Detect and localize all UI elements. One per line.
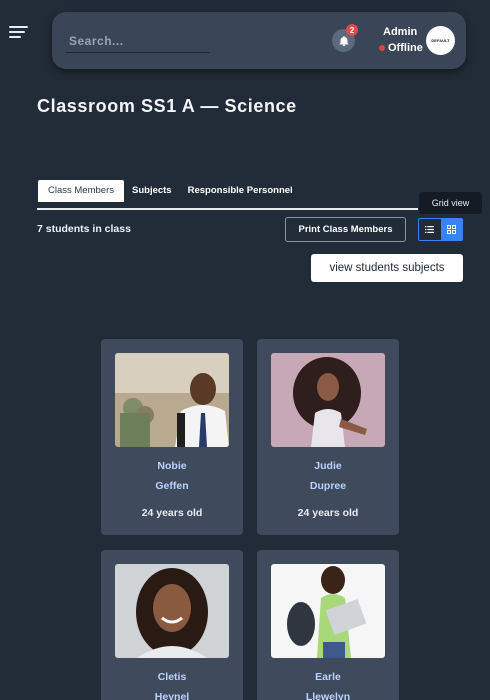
student-first-name: Cletis [157, 671, 187, 683]
list-view-button[interactable] [419, 219, 441, 240]
student-card[interactable]: Nobie Geffen 24 years old [101, 339, 243, 535]
tab-class-members[interactable]: Class Members [38, 180, 124, 202]
avatar[interactable]: DEFAULT [426, 26, 455, 55]
offline-dot-icon [379, 45, 385, 51]
student-card[interactable]: Earle Llewelyn [257, 550, 399, 700]
student-first-name: Judie [314, 460, 342, 472]
student-photo [271, 564, 385, 658]
student-age: 24 years old [141, 507, 203, 519]
view-students-subjects-button[interactable]: view students subjects [311, 254, 463, 282]
user-status: Offline [379, 42, 423, 54]
student-count: 7 students in class [37, 223, 131, 235]
student-photo [115, 353, 229, 447]
notification-count-badge: 2 [346, 24, 358, 36]
grid-view-tooltip: Grid view [419, 192, 482, 214]
user-name: Admin [383, 26, 418, 38]
student-photo [271, 353, 385, 447]
hamburger-menu-icon[interactable] [9, 26, 29, 42]
student-first-name: Nobie [157, 460, 187, 472]
student-last-name: Dupree [309, 480, 347, 492]
student-last-name: Heynel [154, 691, 190, 700]
page-title: Classroom SS1 A — Science [37, 96, 297, 116]
student-photo [115, 564, 229, 658]
search-input[interactable] [66, 29, 210, 53]
student-card[interactable]: Cletis Heynel [101, 550, 243, 700]
notifications-button[interactable]: 2 [332, 24, 358, 52]
student-first-name: Earle [315, 671, 341, 683]
student-last-name: Geffen [155, 480, 189, 492]
grid-icon [446, 225, 456, 234]
bell-icon [339, 35, 348, 46]
print-class-members-button[interactable]: Print Class Members [285, 217, 406, 242]
tab-subjects[interactable]: Subjects [124, 180, 180, 202]
top-bar: 2 Admin Offline DEFAULT [52, 12, 466, 69]
student-age: 24 years old [297, 507, 359, 519]
grid-view-button[interactable] [440, 219, 462, 240]
view-toggle [418, 218, 463, 241]
student-card[interactable]: Judie Dupree 24 years old [257, 339, 399, 535]
tab-bar: Class Members Subjects Responsible Perso… [38, 180, 301, 202]
list-icon [425, 226, 435, 233]
student-last-name: Llewelyn [305, 691, 351, 700]
status-label: Offline [388, 42, 423, 54]
tab-responsible-personnel[interactable]: Responsible Personnel [180, 180, 301, 202]
tab-divider [37, 208, 418, 210]
